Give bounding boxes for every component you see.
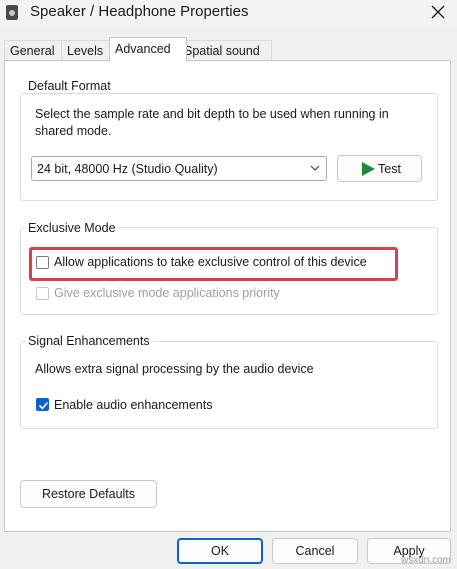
default-format-label: Default Format — [25, 79, 114, 93]
signal-enhancements-label: Signal Enhancements — [25, 334, 153, 348]
enable-enhancements-label[interactable]: Enable audio enhancements — [54, 398, 212, 412]
selected-format: 24 bit, 48000 Hz (Studio Quality) — [37, 162, 218, 176]
checkmark-icon — [38, 401, 49, 410]
close-icon — [431, 5, 445, 19]
title-bar: Speaker / Headphone Properties — [0, 0, 457, 28]
sample-format-dropdown[interactable]: 24 bit, 48000 Hz (Studio Quality) — [31, 156, 327, 181]
ok-button-label: OK — [210, 544, 230, 558]
play-icon — [362, 162, 375, 176]
speaker-icon — [6, 5, 18, 20]
test-button-label: Test — [378, 162, 401, 176]
close-button[interactable] — [419, 0, 457, 26]
signal-enhancements-group — [20, 341, 438, 429]
exclusive-mode-label: Exclusive Mode — [25, 221, 119, 235]
restore-defaults-button[interactable]: Restore Defaults — [20, 480, 157, 508]
test-button[interactable]: Test — [337, 155, 422, 182]
restore-defaults-label: Restore Defaults — [41, 487, 136, 501]
chevron-down-icon — [310, 165, 320, 171]
allow-exclusive-label[interactable]: Allow applications to take exclusive con… — [54, 255, 367, 269]
signal-enhancements-description: Allows extra signal processing by the au… — [35, 362, 314, 376]
ok-button[interactable]: OK — [177, 538, 263, 564]
tab-advanced[interactable]: Advanced — [109, 37, 187, 62]
tab-spatial-sound[interactable]: Spatial sound — [178, 40, 272, 61]
tab-general[interactable]: General — [4, 40, 68, 61]
default-format-description: Select the sample rate and bit depth to … — [35, 107, 389, 138]
exclusive-priority-label: Give exclusive mode applications priorit… — [54, 286, 280, 300]
allow-exclusive-checkbox[interactable] — [36, 256, 49, 269]
exclusive-priority-checkbox — [36, 287, 49, 300]
enable-enhancements-checkbox[interactable] — [36, 398, 49, 411]
cancel-button[interactable]: Cancel — [272, 538, 358, 564]
tab-levels[interactable]: Levels — [61, 40, 116, 61]
window-title: Speaker / Headphone Properties — [30, 3, 249, 20]
watermark: wsxdn.com — [400, 555, 451, 566]
cancel-button-label: Cancel — [295, 544, 335, 558]
